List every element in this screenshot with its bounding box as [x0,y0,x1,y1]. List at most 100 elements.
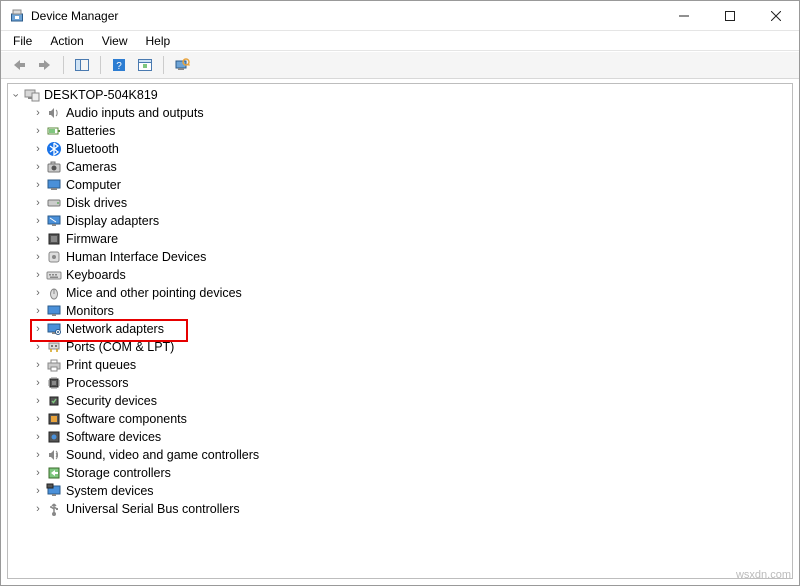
tree-item[interactable]: › System devices [8,482,792,500]
tree-item-label: Computer [66,176,121,194]
expand-icon[interactable]: › [32,122,46,140]
menu-view[interactable]: View [94,32,136,50]
back-button[interactable] [7,54,31,76]
tree-item-label: Print queues [66,356,136,374]
titlebar: Device Manager [1,1,799,31]
expand-icon[interactable]: › [32,140,46,158]
expand-icon[interactable]: › [32,356,46,374]
toolbar: ? [1,51,799,79]
computer-root-icon [24,87,40,103]
expand-icon[interactable]: › [32,284,46,302]
tree-item-label: Sound, video and game controllers [66,446,259,464]
menu-file[interactable]: File [5,32,40,50]
maximize-button[interactable] [707,1,753,31]
expand-icon[interactable]: › [32,194,46,212]
expand-icon[interactable]: › [32,482,46,500]
tree-item[interactable]: › Network adapters [8,320,792,338]
expand-icon[interactable]: › [32,392,46,410]
watermark: wsxdn.com [736,569,791,581]
forward-button[interactable] [33,54,57,76]
tree-item-label: Keyboards [66,266,126,284]
expand-icon[interactable]: › [32,446,46,464]
disk-icon [46,195,62,211]
swcomp-icon [46,411,62,427]
hid-icon [46,249,62,265]
tree-item[interactable]: › Monitors [8,302,792,320]
expand-icon[interactable]: › [32,302,46,320]
computer-icon [46,177,62,193]
storage-icon [46,465,62,481]
tree-item[interactable]: › Sound, video and game controllers [8,446,792,464]
tree-item-label: Human Interface Devices [66,248,206,266]
tree-item-label: System devices [66,482,154,500]
expand-icon[interactable]: › [32,176,46,194]
tree-item[interactable]: › Batteries [8,122,792,140]
tree-item-label: Processors [66,374,129,392]
tree-item[interactable]: › Processors [8,374,792,392]
expand-icon[interactable]: › [32,374,46,392]
expand-icon[interactable]: › [32,320,46,338]
tree-item[interactable]: › Software components [8,410,792,428]
properties-button[interactable] [133,54,157,76]
tree-item[interactable]: › Software devices [8,428,792,446]
tree-root[interactable]: › DESKTOP-504K819 [8,86,792,104]
toolbar-separator [163,56,164,74]
tree-item[interactable]: ›Mice and other pointing devices [8,284,792,302]
tree-item[interactable]: ›Display adapters [8,212,792,230]
system-icon [46,483,62,499]
tree-item[interactable]: › Keyboards [8,266,792,284]
window-title: Device Manager [31,9,661,23]
security-icon [46,393,62,409]
svg-text:?: ? [116,61,122,72]
minimize-button[interactable] [661,1,707,31]
tree-item[interactable]: ›Storage controllers [8,464,792,482]
tree-item[interactable]: ›Audio inputs and outputs [8,104,792,122]
tree-item[interactable]: ›Bluetooth [8,140,792,158]
tree-item[interactable]: ›Ports (COM & LPT) [8,338,792,356]
network-icon [46,321,62,337]
tree-item[interactable]: ›Security devices [8,392,792,410]
tree-item[interactable]: › Computer [8,176,792,194]
expand-icon[interactable]: › [32,230,46,248]
camera-icon [46,159,62,175]
expand-icon[interactable]: › [32,464,46,482]
expand-icon[interactable]: › [32,158,46,176]
tree-item-label: Network adapters [66,320,164,338]
bluetooth-icon [46,141,62,157]
sound-icon [46,447,62,463]
expand-icon[interactable]: › [32,500,46,518]
monitor-icon [46,303,62,319]
tree-root-label: DESKTOP-504K819 [44,86,158,104]
tree-item[interactable]: › Disk drives [8,194,792,212]
tree-item[interactable]: › Human Interface Devices [8,248,792,266]
swdev-icon [46,429,62,445]
expand-icon[interactable]: › [32,248,46,266]
tree-item-label: Monitors [66,302,114,320]
expand-icon[interactable]: › [32,266,46,284]
expand-icon[interactable]: › [32,212,46,230]
tree-item[interactable]: › Print queues [8,356,792,374]
tree-item[interactable]: ›Universal Serial Bus controllers [8,500,792,518]
tree-item[interactable]: ›Firmware [8,230,792,248]
keyboard-icon [46,267,62,283]
help-button[interactable]: ? [107,54,131,76]
tree-item-label: Disk drives [66,194,127,212]
expand-icon[interactable]: › [32,428,46,446]
close-button[interactable] [753,1,799,31]
display-icon [46,213,62,229]
show-hide-tree-button[interactable] [70,54,94,76]
firmware-icon [46,231,62,247]
expand-icon[interactable]: › [32,410,46,428]
tree-item-label: Software components [66,410,187,428]
tree-item-label: Software devices [66,428,161,446]
tree-item-label: Batteries [66,122,115,140]
expand-icon[interactable]: › [32,338,46,356]
menu-action[interactable]: Action [42,32,91,50]
tree-item[interactable]: ›Cameras [8,158,792,176]
menu-help[interactable]: Help [138,32,179,50]
scan-hardware-button[interactable] [170,54,194,76]
expand-icon[interactable]: › [7,89,25,103]
speaker-icon [46,105,62,121]
device-tree[interactable]: › DESKTOP-504K819 ›Audio inputs and outp… [7,83,793,579]
expand-icon[interactable]: › [32,104,46,122]
